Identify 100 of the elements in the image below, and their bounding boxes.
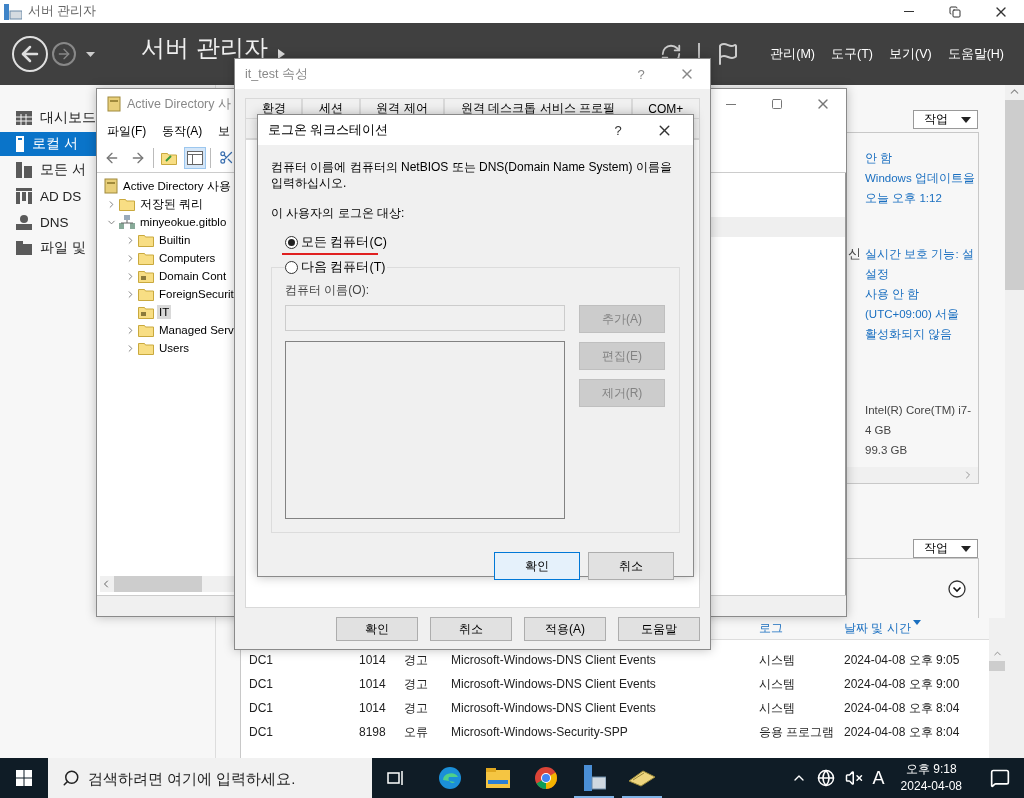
menu-item[interactable]: 보기(V) bbox=[880, 45, 940, 63]
table-cell-text: 경고 bbox=[404, 699, 429, 717]
window-title: Active Directory 사 bbox=[127, 95, 231, 113]
book-icon bbox=[104, 178, 118, 194]
table-cell-text: 2024-04-08 오후 8:04 bbox=[844, 699, 961, 717]
dialog-button[interactable]: 도움말 bbox=[618, 617, 700, 641]
search-field[interactable]: 검색하려면 여기에 입력하세요. bbox=[48, 758, 372, 798]
dialog-button[interactable]: 취소 bbox=[588, 552, 674, 580]
dialog-button[interactable]: 확인 bbox=[494, 552, 580, 580]
folder-icon bbox=[486, 768, 510, 788]
message-icon bbox=[990, 768, 1010, 788]
dialog-button[interactable]: 적용(A) bbox=[524, 617, 606, 641]
table-cell-text: DC1 bbox=[249, 701, 274, 715]
scroll-thumb[interactable] bbox=[114, 576, 202, 592]
breadcrumb-item: 서버 관리자 bbox=[141, 36, 268, 60]
column-header[interactable]: 날짜 및 시간 bbox=[844, 620, 989, 637]
tree-item[interactable]: Domain Cont bbox=[157, 269, 229, 283]
table-cell-text: 1014 bbox=[359, 677, 387, 691]
panel-icon bbox=[187, 150, 203, 165]
property-link[interactable]: 설정 bbox=[861, 266, 978, 282]
folder-icon bbox=[138, 251, 154, 265]
property-link[interactable]: 안 함 bbox=[861, 150, 978, 166]
tree-item[interactable]: Users bbox=[157, 341, 192, 355]
sidebar-item[interactable]: 모든 서 bbox=[0, 158, 96, 182]
table-cell-text: 시스템 bbox=[759, 675, 796, 693]
folder-icon bbox=[138, 323, 154, 337]
book-icon bbox=[627, 769, 657, 787]
tree-item[interactable]: Computers bbox=[157, 251, 218, 265]
dialog-button[interactable]: 확인 bbox=[336, 617, 418, 641]
help-button[interactable]: ? bbox=[618, 59, 664, 89]
table-cell-text: Microsoft-Windows-Security-SPP bbox=[451, 725, 629, 739]
tree-item[interactable]: Builtin bbox=[157, 233, 193, 247]
scroll-thumb[interactable] bbox=[1005, 100, 1024, 290]
property-label: 신 bbox=[848, 245, 861, 263]
property-link[interactable]: Windows 업데이트을 bbox=[861, 170, 978, 186]
menu-item[interactable]: 파일(F) bbox=[99, 122, 155, 140]
folder-icon bbox=[161, 150, 177, 165]
tree-item[interactable]: ForeignSecurit bbox=[157, 287, 236, 301]
edge-logo-icon bbox=[438, 766, 462, 790]
server-window-icon bbox=[582, 765, 606, 791]
sidebar-item[interactable]: AD DS bbox=[0, 184, 96, 208]
columns-icon bbox=[16, 188, 32, 204]
servers-icon bbox=[16, 162, 32, 178]
task-view-icon bbox=[387, 770, 405, 786]
property-value: 99.3 GB bbox=[864, 444, 909, 456]
search-icon bbox=[62, 769, 80, 787]
folder-icon bbox=[138, 287, 154, 301]
property-link[interactable]: (UTC+09:00) 서울 bbox=[861, 306, 978, 322]
back-button[interactable] bbox=[12, 36, 48, 72]
dialog-title: 로그온 워크스테이션 bbox=[268, 121, 389, 139]
sidebar-item[interactable]: 대시보드 bbox=[0, 106, 96, 130]
clock[interactable]: 오후 9:18 2024-04-08 bbox=[892, 761, 970, 795]
caret-icon bbox=[961, 545, 971, 552]
menu-item[interactable]: 보 bbox=[210, 122, 239, 140]
tree-item[interactable]: Managed Serv bbox=[157, 323, 236, 337]
book-icon bbox=[107, 96, 121, 112]
input-method-button[interactable]: A bbox=[870, 767, 887, 789]
table-cell-text: 2024-04-08 오후 8:04 bbox=[844, 723, 961, 741]
menu-item[interactable]: 관리(M) bbox=[762, 45, 823, 63]
minimize-icon bbox=[726, 103, 736, 105]
sidebar-item[interactable]: 로컬 서 bbox=[0, 132, 96, 156]
table-cell-text: 1014 bbox=[359, 701, 387, 715]
tree-item[interactable]: Active Directory 사용 bbox=[121, 177, 233, 195]
folder-icon bbox=[16, 241, 32, 255]
property-link[interactable]: 사용 안 함 bbox=[861, 286, 978, 302]
table-cell-text: 응용 프로그램 bbox=[759, 723, 836, 741]
property-link[interactable]: 활성화되지 않음 bbox=[861, 326, 978, 342]
tree-item[interactable]: minyeokue.gitblo bbox=[138, 215, 229, 229]
tasks-dropdown-button[interactable]: 작업 bbox=[913, 110, 978, 129]
console-tree-button[interactable] bbox=[184, 146, 206, 169]
menu-item[interactable]: 도움말(H) bbox=[939, 45, 1012, 63]
field-label: 이 사용자의 로그온 대상: bbox=[271, 205, 405, 222]
property-link[interactable]: 오늘 오후 1:12 bbox=[861, 190, 978, 206]
chrome-logo-icon bbox=[534, 766, 558, 790]
table-cell-text: DC1 bbox=[249, 653, 274, 667]
tasks-dropdown-button[interactable]: 작업 bbox=[913, 539, 978, 558]
tree-item[interactable]: IT bbox=[157, 305, 172, 319]
folder-icon bbox=[138, 233, 154, 247]
radio-button[interactable]: 다음 컴퓨터(T) bbox=[285, 259, 388, 276]
restore-icon bbox=[949, 5, 961, 18]
tree-item[interactable]: 저장된 쿼리 bbox=[138, 195, 206, 213]
menu-item[interactable]: 도구(T) bbox=[823, 45, 881, 63]
sidebar-item[interactable]: 파일 및 bbox=[0, 236, 96, 260]
table-cell-text: 2024-04-08 오후 9:05 bbox=[844, 651, 961, 669]
column-header[interactable]: 로그 bbox=[759, 620, 844, 637]
vertical-scrollbar[interactable] bbox=[1005, 85, 1024, 758]
scroll-thumb[interactable] bbox=[989, 661, 1005, 671]
expand-icon[interactable] bbox=[948, 579, 966, 598]
org-unit-icon bbox=[138, 305, 154, 319]
menu-item[interactable]: 동작(A) bbox=[154, 122, 211, 140]
forward-button[interactable] bbox=[52, 42, 76, 66]
table-cell-text: 경고 bbox=[404, 651, 429, 669]
table-cell-text: DC1 bbox=[249, 725, 274, 739]
dialog-button[interactable]: 취소 bbox=[430, 617, 512, 641]
property-link[interactable]: 실시간 보호 기능: 설 bbox=[861, 246, 978, 262]
vertical-scrollbar[interactable] bbox=[989, 618, 1005, 758]
globe-icon bbox=[816, 769, 835, 787]
radio-button[interactable]: 모든 컴퓨터(C) bbox=[285, 234, 389, 251]
grid-icon bbox=[16, 111, 32, 125]
sidebar-item[interactable]: DNS bbox=[0, 210, 96, 234]
